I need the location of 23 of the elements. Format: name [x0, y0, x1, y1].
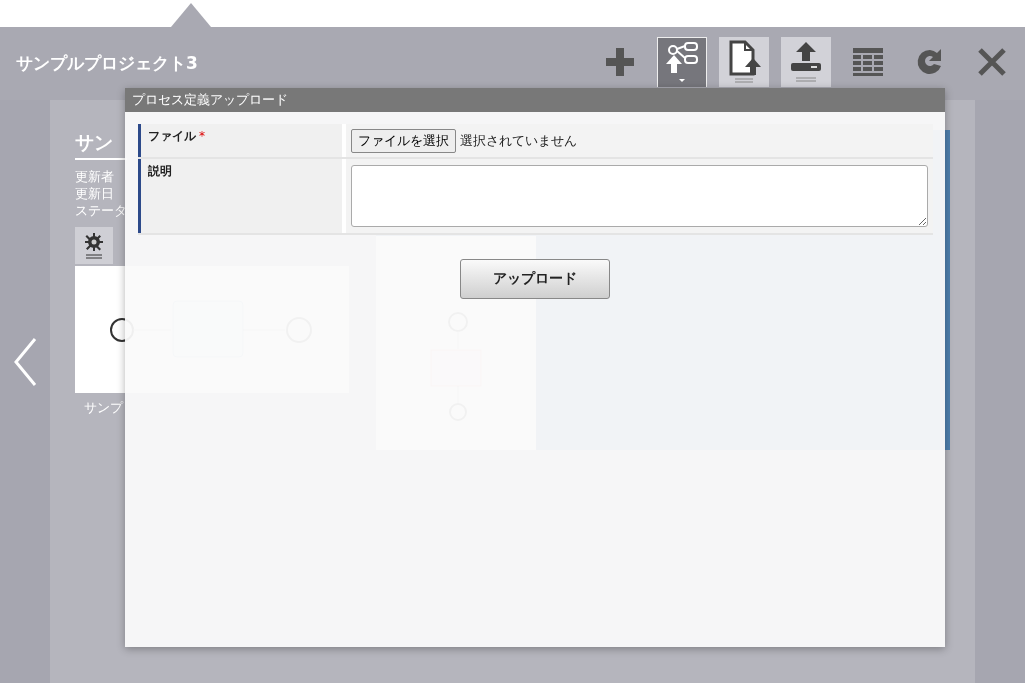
table-icon	[852, 47, 884, 77]
dialog-title: プロセス定義アップロード	[125, 88, 945, 112]
process-upload-button[interactable]	[657, 37, 707, 87]
meta-label: 更新日	[75, 185, 114, 202]
meta-label: ステータ	[75, 202, 127, 219]
document-upload-button[interactable]	[719, 37, 769, 87]
project-title: サンプルプロジェクト3	[16, 52, 199, 75]
field-label: 説明	[138, 159, 342, 233]
document-upload-icon	[727, 40, 761, 84]
description-field[interactable]	[351, 165, 928, 227]
meta-label: 更新者	[75, 168, 114, 185]
process-description: サンプ	[84, 399, 123, 417]
choose-file-button[interactable]: ファイルを選択	[351, 128, 456, 153]
plus-icon	[605, 47, 635, 77]
field-label: ファイル *	[138, 124, 342, 157]
file-status: 選択されていません	[460, 131, 577, 150]
diagram-upload-icon	[664, 40, 700, 85]
upload-button[interactable]	[781, 37, 831, 87]
gear-icon	[84, 232, 104, 259]
settings-button[interactable]	[75, 227, 113, 264]
required-mark: *	[199, 129, 205, 143]
close-icon	[977, 47, 1007, 77]
upload-button[interactable]: アップロード	[460, 259, 610, 299]
